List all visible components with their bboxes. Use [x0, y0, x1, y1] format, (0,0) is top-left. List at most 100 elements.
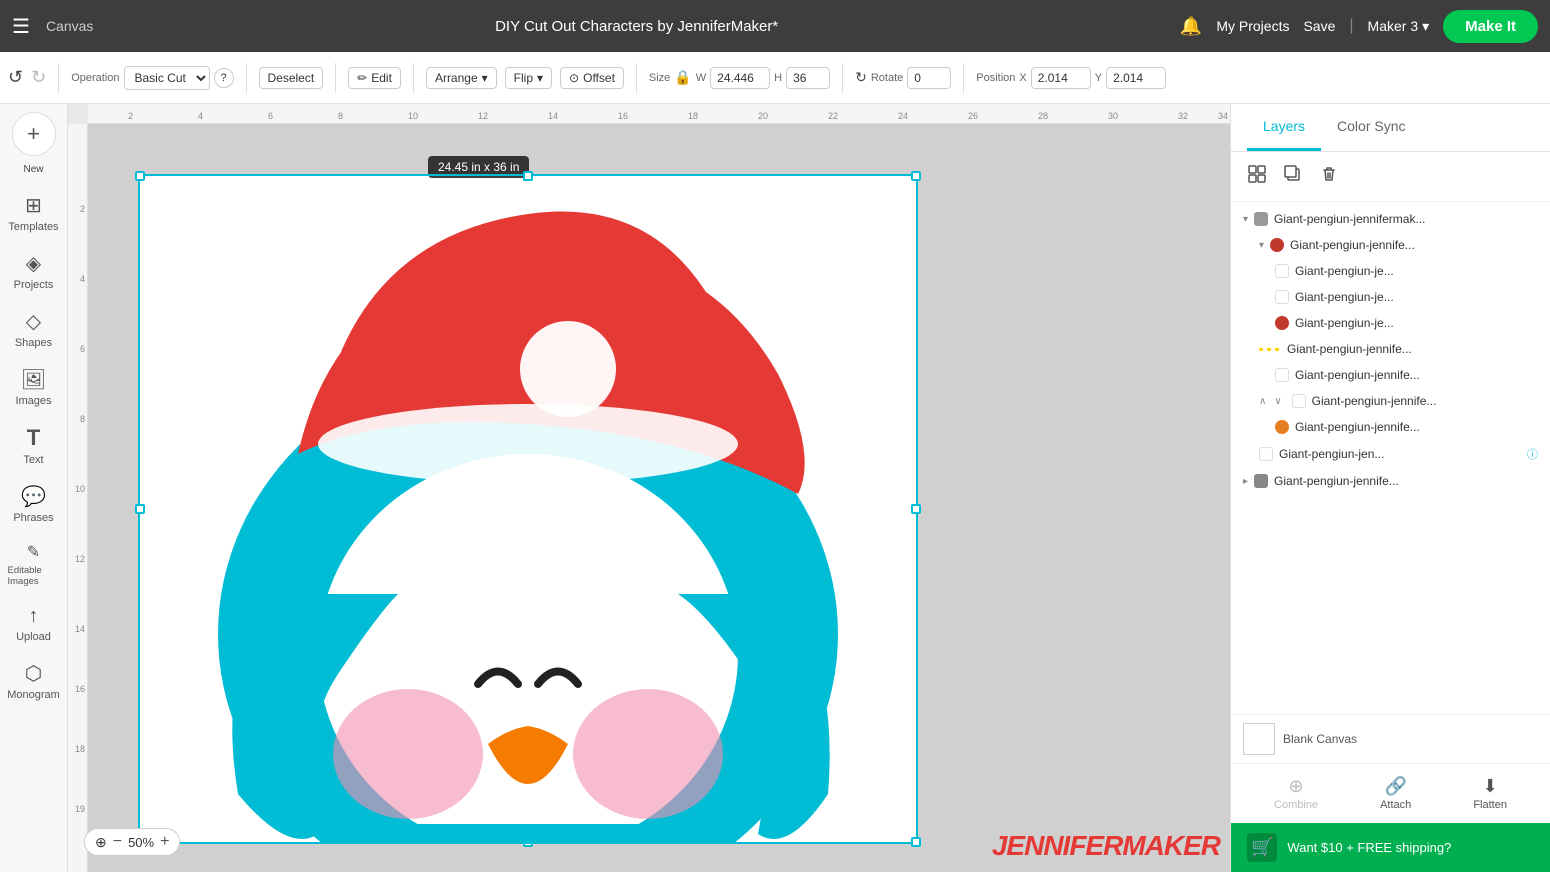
sidebar-item-templates[interactable]: ⊞ Templates — [4, 185, 64, 241]
attach-button[interactable]: 🔗 Attach — [1372, 772, 1419, 815]
promo-banner[interactable]: 🛒 Want $10 + FREE shipping? — [1231, 823, 1550, 872]
layer-row[interactable]: Giant-pengiun-je... — [1231, 310, 1550, 336]
layer-row[interactable]: Giant-pengiun-jennife... — [1231, 336, 1550, 362]
layer-row[interactable]: Giant-pengiun-jen... ⓘ — [1231, 440, 1550, 468]
redo-button[interactable]: ↻ — [31, 67, 46, 88]
chevron-down-icon: ▾ — [1422, 18, 1429, 35]
chevron-down-icon-arrange: ▾ — [482, 71, 488, 85]
combine-button[interactable]: ⊕ Combine — [1266, 772, 1326, 815]
layer-color — [1275, 368, 1289, 382]
penguin-image[interactable] — [138, 174, 918, 844]
layer-row[interactable]: ▾ Giant-pengiun-jennife... — [1231, 232, 1550, 258]
blank-canvas-swatch[interactable] — [1243, 723, 1275, 755]
sidebar-item-text[interactable]: T Text — [4, 417, 64, 474]
collapse-icon[interactable]: ▸ — [1243, 476, 1248, 487]
toolbar-separator-5 — [636, 63, 637, 93]
new-button[interactable]: + — [12, 112, 56, 156]
layer-color-dash — [1259, 348, 1281, 351]
save-button[interactable]: Save — [1303, 18, 1335, 34]
rotate-group: ↻ Rotate — [855, 67, 951, 89]
rotate-icon: ↻ — [855, 69, 867, 86]
deselect-button[interactable]: Deselect — [259, 67, 324, 89]
width-input[interactable] — [710, 67, 770, 89]
position-group: Position X Y — [976, 67, 1166, 89]
edit-icon: ✏ — [357, 71, 367, 85]
flip-button[interactable]: Flip ▾ — [505, 67, 552, 89]
menu-icon[interactable]: ☰ — [12, 14, 30, 39]
machine-selector[interactable]: Maker 3 ▾ — [1368, 18, 1430, 35]
help-button[interactable]: ? — [214, 68, 234, 88]
sidebar-item-images[interactable]: 🖼 Images — [4, 359, 64, 415]
layer-name: Giant-pengiun-jennife... — [1274, 474, 1538, 488]
layer-row[interactable]: Giant-pengiun-je... — [1231, 284, 1550, 310]
notification-icon[interactable]: 🔔 — [1180, 16, 1202, 37]
zoom-in-button[interactable]: + — [160, 833, 169, 851]
layers-delete-button[interactable] — [1315, 160, 1343, 193]
right-panel-tabs: Layers Color Sync — [1231, 104, 1550, 152]
tab-color-sync[interactable]: Color Sync — [1321, 104, 1421, 151]
sidebar-item-upload[interactable]: ↑ Upload — [4, 597, 64, 651]
promo-text: Want $10 + FREE shipping? — [1287, 840, 1451, 855]
layer-row[interactable]: Giant-pengiun-jennife... — [1231, 414, 1550, 440]
undo-button[interactable]: ↺ — [8, 67, 23, 88]
sidebar-item-phrases[interactable]: 💬 Phrases — [4, 476, 64, 532]
zoom-percent: 50% — [128, 835, 154, 850]
arrange-button[interactable]: Arrange ▾ — [426, 67, 497, 89]
expand-icon[interactable]: ▾ — [1259, 240, 1264, 251]
right-panel: Layers Color Sync — [1230, 104, 1550, 872]
editable-images-icon: ✎ — [27, 542, 40, 562]
toolbar-separator-7 — [963, 63, 964, 93]
y-input[interactable] — [1106, 67, 1166, 89]
canvas-area[interactable]: 2 4 6 8 10 12 14 16 18 20 22 24 26 28 30… — [68, 104, 1230, 872]
toolbar-separator-3 — [335, 63, 336, 93]
canvas-viewport[interactable]: 24.45 in x 36 in — [88, 124, 1230, 872]
lock-icon[interactable]: 🔒 — [674, 69, 691, 86]
toolbar: ↺ ↻ Operation Basic Cut ? Deselect ✏ Edi… — [0, 52, 1550, 104]
zoom-target-icon[interactable]: ⊕ — [95, 834, 107, 851]
sidebar-item-shapes[interactable]: ◇ Shapes — [4, 301, 64, 357]
layers-duplicate-button[interactable] — [1279, 160, 1307, 193]
make-it-button[interactable]: Make It — [1443, 10, 1538, 43]
layer-row[interactable]: Giant-pengiun-je... — [1231, 258, 1550, 284]
height-label: H — [774, 72, 782, 84]
layer-info-icon[interactable]: ⓘ — [1527, 446, 1538, 462]
offset-icon: ⊙ — [569, 71, 579, 85]
watermark: JENNIFERMAKER — [992, 830, 1220, 862]
x-input[interactable] — [1031, 67, 1091, 89]
layer-color — [1292, 394, 1306, 408]
app-title: Canvas — [46, 18, 93, 34]
left-sidebar: + New ⊞ Templates ◈ Projects ◇ Shapes 🖼 … — [0, 104, 68, 872]
offset-button[interactable]: ⊙ Offset — [560, 67, 624, 89]
layer-row[interactable]: ▸ Giant-pengiun-jennife... — [1231, 468, 1550, 494]
operation-label: Operation — [71, 72, 119, 84]
x-label: X — [1019, 72, 1026, 84]
expand-icon[interactable]: ▾ — [1243, 214, 1248, 225]
projects-icon: ◈ — [26, 251, 41, 276]
layer-row[interactable]: Giant-pengiun-jennife... — [1231, 362, 1550, 388]
sidebar-item-monogram[interactable]: ⬡ Monogram — [4, 653, 64, 709]
attach-icon: 🔗 — [1384, 776, 1406, 797]
zoom-out-button[interactable]: − — [113, 833, 122, 851]
sidebar-item-projects[interactable]: ◈ Projects — [4, 243, 64, 299]
text-icon: T — [27, 425, 40, 451]
sidebar-item-editable-images[interactable]: ✎ Editable Images — [4, 534, 64, 595]
my-projects-link[interactable]: My Projects — [1216, 18, 1289, 34]
layer-name: Giant-pengiun-jennife... — [1295, 368, 1538, 382]
tab-layers[interactable]: Layers — [1247, 104, 1321, 151]
layer-name: Giant-pengiun-jennifermak... — [1274, 212, 1538, 226]
layers-group-button[interactable] — [1243, 160, 1271, 193]
y-label: Y — [1095, 72, 1102, 84]
edit-button[interactable]: ✏ Edit — [348, 67, 401, 89]
flatten-button[interactable]: ⬇ Flatten — [1465, 772, 1515, 815]
height-input[interactable] — [786, 67, 830, 89]
layer-color — [1275, 316, 1289, 330]
layer-color — [1275, 290, 1289, 304]
rotate-input[interactable] — [907, 67, 951, 89]
layer-name: Giant-pengiun-jennife... — [1295, 420, 1538, 434]
layer-color — [1275, 420, 1289, 434]
layer-row[interactable]: ∧ ∨ Giant-pengiun-jennife... — [1231, 388, 1550, 414]
operation-select[interactable]: Basic Cut — [124, 66, 210, 90]
layer-row[interactable]: ▾ Giant-pengiun-jennifermak... — [1231, 206, 1550, 232]
main-content: + New ⊞ Templates ◈ Projects ◇ Shapes 🖼 … — [0, 104, 1550, 872]
toolbar-separator-4 — [413, 63, 414, 93]
